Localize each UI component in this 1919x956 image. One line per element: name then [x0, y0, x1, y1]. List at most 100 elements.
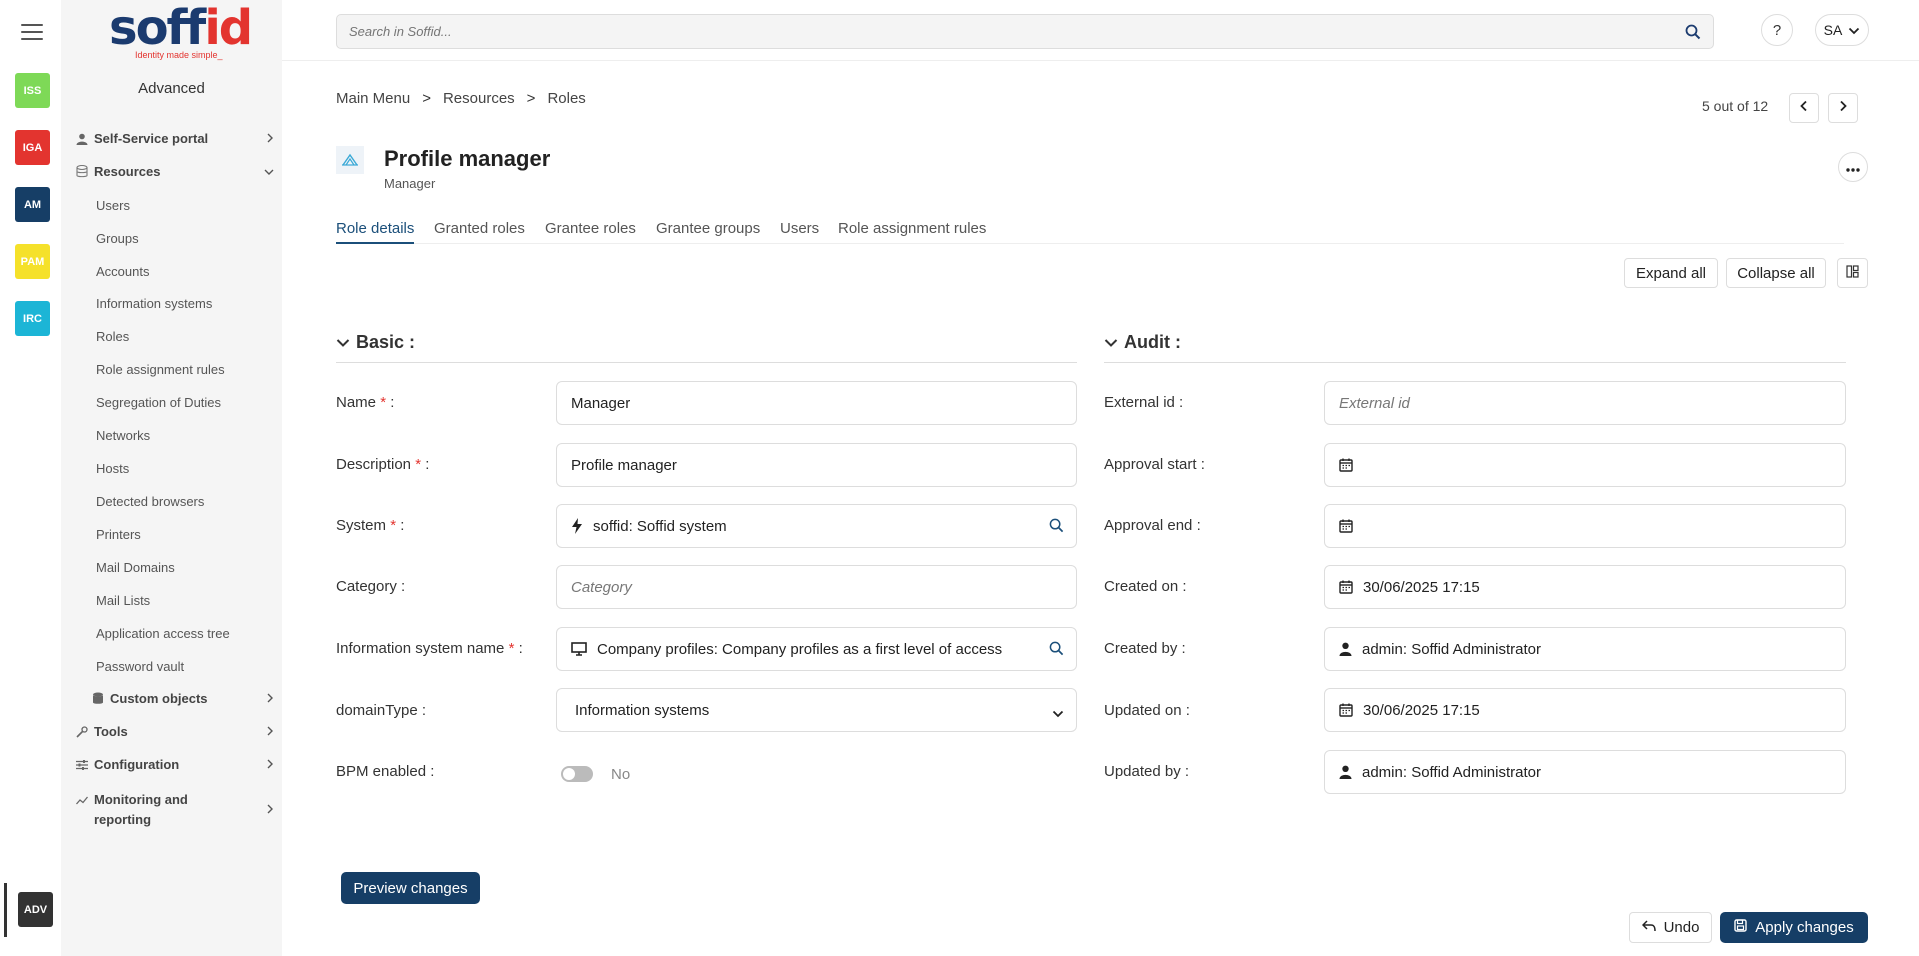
lightning-icon [571, 518, 583, 534]
sidebar-item-information-systems[interactable]: Information systems [96, 296, 212, 311]
sidebar-item-users[interactable]: Users [96, 198, 130, 213]
app-iga[interactable]: IGA [15, 130, 50, 165]
person-icon [75, 132, 89, 146]
domain-type-select[interactable]: Information systems [556, 688, 1077, 732]
sidebar-item-roles[interactable]: Roles [96, 329, 129, 344]
chevron-right-icon [266, 132, 274, 146]
app-iss[interactable]: ISS [15, 73, 50, 108]
description-field[interactable]: Profile manager [556, 443, 1077, 487]
more-options-button[interactable] [1838, 152, 1868, 182]
sidebar-item-networks[interactable]: Networks [96, 428, 150, 443]
breadcrumb: Main Menu > Resources > Roles [336, 90, 586, 107]
updated-on-field: 30/06/2025 17:15 [1324, 688, 1846, 732]
app-adv[interactable]: ADV [18, 892, 53, 927]
approval-end-field[interactable] [1324, 504, 1846, 548]
sidebar-group-monitoring[interactable]: Monitoring and reporting [75, 790, 274, 830]
sidebar-group-resources[interactable]: Resources [75, 164, 274, 179]
sidebar-item-mail-domains[interactable]: Mail Domains [96, 560, 175, 575]
domain-type-value: Information systems [575, 701, 710, 719]
role-tabs: Role details Granted roles Grantee roles… [336, 220, 1844, 244]
calendar-icon [1339, 703, 1353, 717]
updated-by-field: admin: Soffid Administrator [1324, 750, 1846, 794]
sidebar-item-hosts[interactable]: Hosts [96, 461, 129, 476]
breadcrumb-main-menu[interactable]: Main Menu [336, 90, 410, 107]
sidebar-group-tools[interactable]: Tools [75, 724, 274, 739]
preview-changes-button[interactable]: Preview changes [341, 872, 480, 904]
search-icon[interactable] [1049, 641, 1064, 660]
sidebar-item-segregation-of-duties[interactable]: Segregation of Duties [96, 395, 221, 410]
undo-label: Undo [1663, 919, 1700, 936]
sidebar: soffid Identity made simple_ Advanced Se… [61, 0, 282, 956]
tab-granted-roles[interactable]: Granted roles [434, 220, 525, 244]
basic-section-header[interactable]: Basic : [336, 332, 415, 353]
calendar-icon[interactable] [1339, 458, 1353, 472]
top-bar: ? SA [282, 0, 1919, 61]
database-icon [75, 165, 89, 179]
chevron-right-icon [266, 692, 274, 706]
app-pam[interactable]: PAM [15, 244, 50, 279]
expand-all-button[interactable]: Expand all [1624, 258, 1718, 288]
sidebar-section-title: Advanced [138, 80, 205, 97]
bpm-enabled-toggle[interactable] [561, 766, 593, 782]
updated-on-label: Updated on : [1104, 702, 1190, 719]
created-by-field: admin: Soffid Administrator [1324, 627, 1846, 671]
tab-users[interactable]: Users [780, 220, 819, 244]
sidebar-item-printers[interactable]: Printers [96, 527, 141, 542]
system-field[interactable]: soffid: Soffid system [556, 504, 1077, 548]
user-icon [1339, 642, 1352, 656]
name-label: Name * : [336, 394, 395, 411]
sidebar-item-application-access-tree[interactable]: Application access tree [96, 626, 230, 641]
app-irc[interactable]: IRC [15, 301, 50, 336]
user-icon [1339, 765, 1352, 779]
chevron-right-icon [266, 758, 274, 772]
layout-toggle-button[interactable] [1837, 258, 1868, 288]
sidebar-group-label: Configuration [94, 757, 180, 772]
tab-grantee-groups[interactable]: Grantee groups [656, 220, 760, 244]
sidebar-item-detected-browsers[interactable]: Detected browsers [96, 494, 204, 509]
previous-record-button[interactable] [1789, 93, 1819, 123]
bpm-enabled-label: BPM enabled : [336, 763, 435, 780]
search-input[interactable] [337, 15, 1713, 48]
sidebar-group-configuration[interactable]: Configuration [75, 757, 274, 772]
apply-changes-button[interactable]: Apply changes [1720, 912, 1868, 943]
sidebar-group-self-service[interactable]: Self-Service portal [75, 131, 274, 146]
next-record-button[interactable] [1828, 93, 1858, 123]
calendar-icon[interactable] [1339, 519, 1353, 533]
database-stack-icon [91, 692, 105, 706]
sidebar-group-custom-objects[interactable]: Custom objects [91, 691, 274, 706]
search-icon[interactable] [1049, 518, 1064, 537]
app-am[interactable]: AM [15, 187, 50, 222]
tab-grantee-roles[interactable]: Grantee roles [545, 220, 636, 244]
sidebar-item-accounts[interactable]: Accounts [96, 264, 149, 279]
undo-button[interactable]: Undo [1629, 912, 1712, 943]
breadcrumb-resources[interactable]: Resources [443, 90, 515, 107]
sidebar-item-password-vault[interactable]: Password vault [96, 659, 184, 674]
help-button[interactable]: ? [1761, 14, 1793, 46]
user-initials: SA [1823, 22, 1843, 38]
search-icon[interactable] [1685, 24, 1701, 45]
chart-line-icon [75, 793, 89, 807]
breadcrumb-separator: > [526, 90, 536, 107]
breadcrumb-roles[interactable]: Roles [547, 90, 585, 107]
audit-section-header[interactable]: Audit : [1104, 332, 1181, 353]
sidebar-item-mail-lists[interactable]: Mail Lists [96, 593, 150, 608]
collapse-all-button[interactable]: Collapse all [1726, 258, 1826, 288]
external-id-field[interactable]: External id [1324, 381, 1846, 425]
information-system-name-field[interactable]: Company profiles: Company profiles as a … [556, 627, 1077, 671]
category-field[interactable]: Category [556, 565, 1077, 609]
sidebar-group-label: Tools [94, 724, 128, 739]
tab-role-assignment-rules[interactable]: Role assignment rules [838, 220, 986, 244]
soffid-logo[interactable]: soffid Identity made simple_ [109, 2, 253, 62]
sidebar-item-groups[interactable]: Groups [96, 231, 139, 246]
tab-role-details[interactable]: Role details [336, 220, 415, 244]
approval-start-field[interactable] [1324, 443, 1846, 487]
created-on-value: 30/06/2025 17:15 [1363, 578, 1480, 596]
sidebar-group-label: Custom objects [110, 691, 208, 706]
user-menu-button[interactable]: SA [1815, 14, 1869, 46]
sidebar-group-label: Self-Service portal [94, 131, 209, 146]
menu-toggle-icon[interactable] [21, 24, 43, 42]
created-by-label: Created by : [1104, 640, 1186, 657]
name-field[interactable]: Manager [556, 381, 1077, 425]
sidebar-item-role-assignment-rules[interactable]: Role assignment rules [96, 362, 225, 377]
chevron-right-icon [1839, 99, 1847, 117]
